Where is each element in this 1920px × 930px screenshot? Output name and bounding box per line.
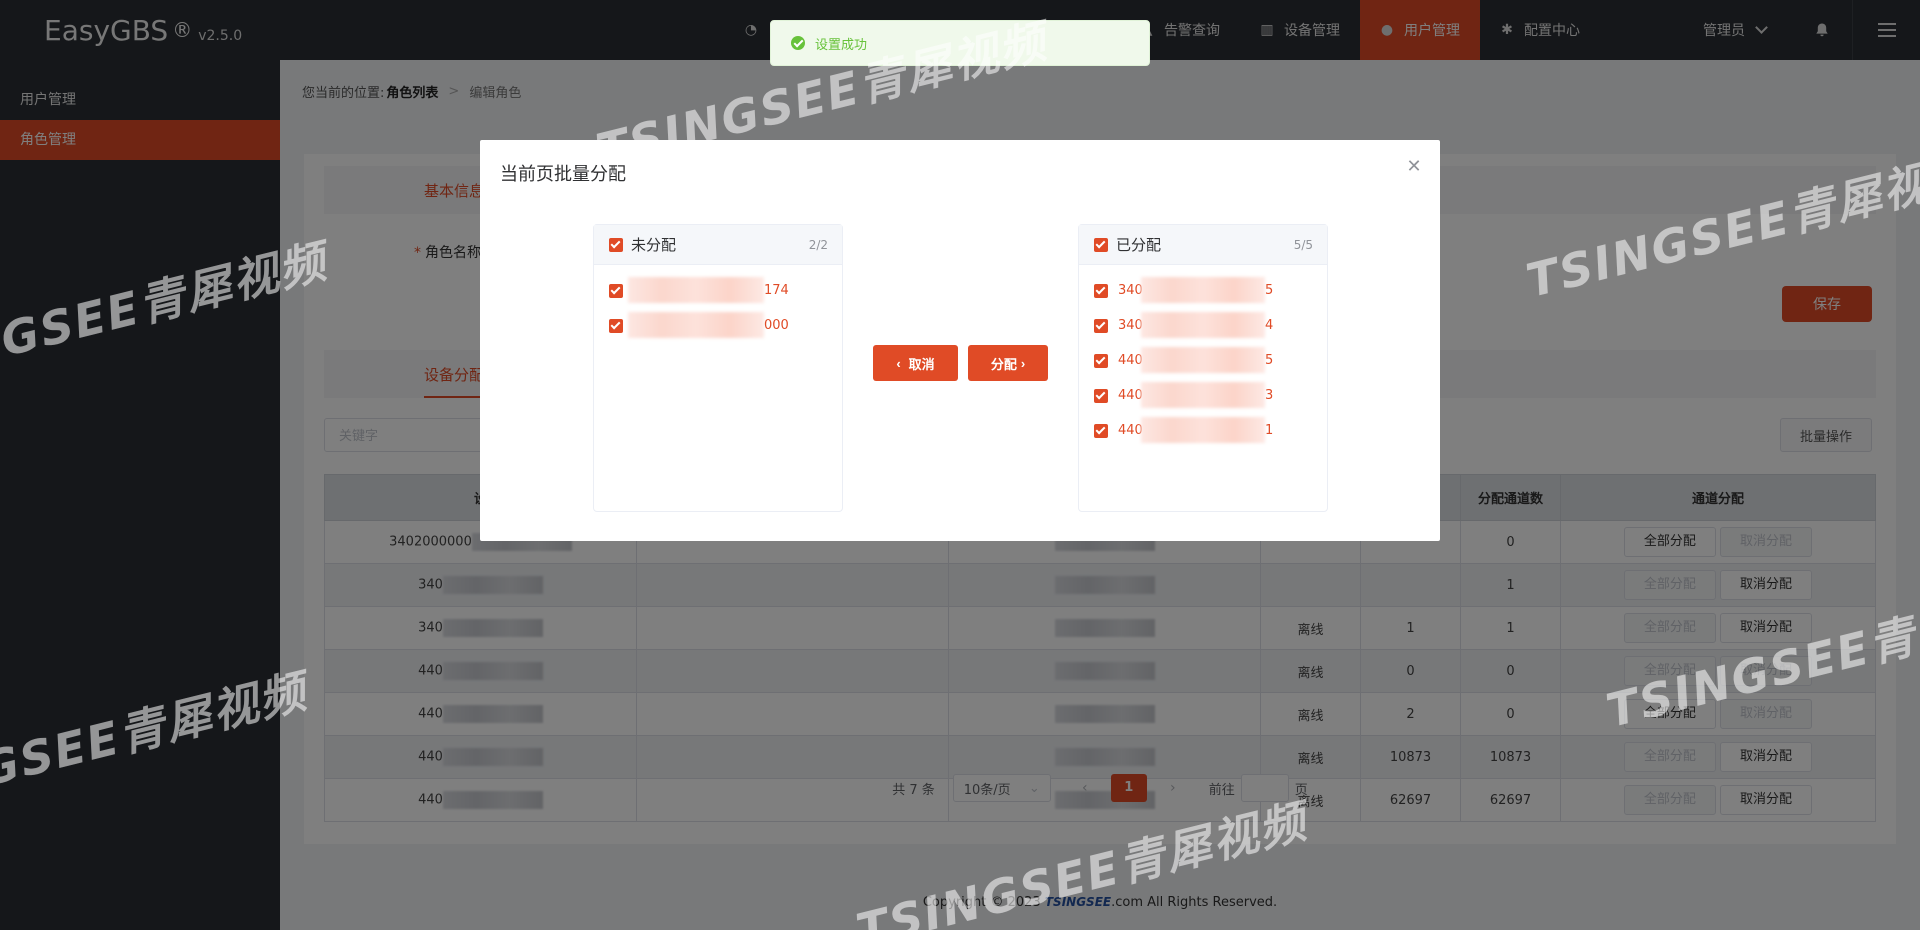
close-icon: ✕ [1406, 156, 1422, 176]
redacted-mask [628, 277, 764, 303]
close-button[interactable]: ✕ [1406, 156, 1422, 176]
transfer-item[interactable]: 440 3 [1079, 378, 1327, 413]
unassigned-panel-title: 未分配 [631, 236, 677, 254]
item-checkbox[interactable] [1094, 388, 1108, 403]
item-id-tail: 1 [1265, 423, 1274, 438]
transfer-item[interactable]: 000 [594, 308, 842, 343]
item-id-head: 440 [1118, 353, 1143, 368]
unassigned-count: 2/2 [808, 237, 828, 252]
item-id-head: 440 [1118, 388, 1143, 403]
item-id-head: 340 [1118, 283, 1143, 298]
item-id-tail: 174 [764, 283, 789, 298]
batch-assign-dialog: 当前页批量分配 ✕ 未分配 2/2 174 000 ‹ 取消 分配 › 已分配 5… [480, 140, 1440, 541]
item-checkbox[interactable] [1094, 423, 1108, 438]
redacted-mask [1141, 417, 1265, 443]
select-all-checkbox[interactable] [1094, 237, 1108, 252]
item-id-tail: 5 [1265, 283, 1274, 298]
redacted-mask [1141, 347, 1265, 373]
cancel-assign-button[interactable]: ‹ 取消 [873, 345, 958, 381]
toast-message: 设置成功 [815, 37, 868, 53]
check-circle-icon [791, 36, 805, 50]
success-toast: 设置成功 [770, 20, 1150, 66]
assigned-panel-title: 已分配 [1116, 236, 1162, 254]
assigned-panel-header[interactable]: 已分配 5/5 [1079, 225, 1327, 265]
item-id-tail: 000 [764, 318, 789, 333]
item-checkbox[interactable] [609, 318, 623, 333]
transfer-item[interactable]: 174 [594, 273, 842, 308]
dialog-title: 当前页批量分配 [500, 164, 626, 185]
chevron-left-icon: ‹ [896, 355, 901, 371]
transfer-item[interactable]: 440 5 [1079, 343, 1327, 378]
item-id-tail: 4 [1265, 318, 1274, 333]
cancel-assign-label: 取消 [908, 356, 935, 372]
transfer-item[interactable]: 340 5 [1079, 273, 1327, 308]
redacted-mask [628, 312, 764, 338]
item-id-tail: 5 [1265, 353, 1274, 368]
unassigned-list: 174 000 [594, 265, 842, 343]
redacted-mask [1141, 312, 1265, 338]
assign-button[interactable]: 分配 › [968, 345, 1048, 381]
unassigned-panel-header[interactable]: 未分配 2/2 [594, 225, 842, 265]
unassigned-panel: 未分配 2/2 174 000 [593, 224, 843, 512]
item-checkbox[interactable] [609, 283, 623, 298]
transfer-item[interactable]: 440 1 [1079, 413, 1327, 448]
transfer-item[interactable]: 340 4 [1079, 308, 1327, 343]
redacted-mask [1141, 277, 1265, 303]
assigned-list: 340 5 340 4 440 5 440 3 440 1 [1079, 265, 1327, 448]
select-all-checkbox[interactable] [609, 237, 623, 252]
item-id-head: 440 [1118, 423, 1143, 438]
assigned-panel: 已分配 5/5 340 5 340 4 440 5 440 3 440 1 [1078, 224, 1328, 512]
item-checkbox[interactable] [1094, 353, 1108, 368]
item-checkbox[interactable] [1094, 283, 1108, 298]
item-id-head: 340 [1118, 318, 1143, 333]
item-checkbox[interactable] [1094, 318, 1108, 333]
redacted-mask [1141, 382, 1265, 408]
item-id-tail: 3 [1265, 388, 1274, 403]
assigned-count: 5/5 [1293, 237, 1313, 252]
assign-label: 分配 [990, 356, 1017, 372]
chevron-right-icon: › [1020, 355, 1026, 371]
